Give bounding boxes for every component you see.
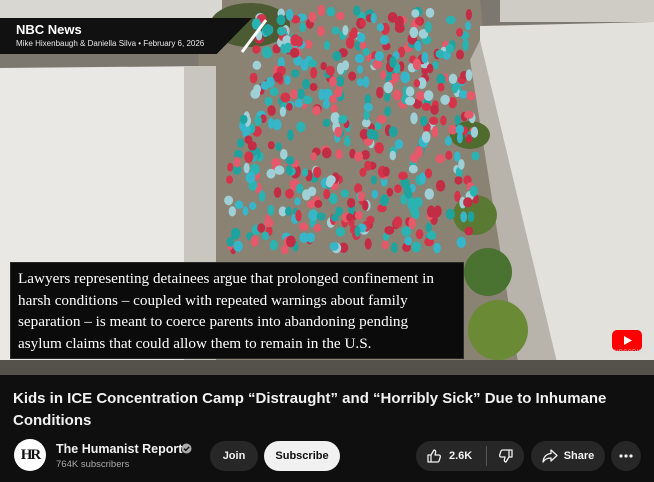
credit-title: NBC News — [16, 22, 82, 37]
caption-box: Lawyers representing detainees argue tha… — [10, 262, 464, 359]
subscriber-count: 764K subscribers — [56, 459, 130, 470]
channel-name[interactable]: The Humanist Report — [56, 442, 182, 456]
video-player[interactable]: NBC News Mike Hixenbaugh & Daniella Silv… — [0, 0, 654, 375]
more-dots-icon — [619, 454, 633, 458]
thumbs-up-icon — [427, 449, 442, 463]
more-actions-button[interactable] — [611, 441, 641, 471]
like-dislike-group: 2.6K — [416, 441, 524, 471]
share-label: Share — [563, 450, 595, 462]
share-button[interactable]: Share — [531, 441, 605, 471]
subscribe-button[interactable]: Subscribe — [264, 441, 340, 471]
youtube-logo-icon[interactable] — [612, 330, 642, 351]
watermark-subscribe-text: SUBSCRIBE — [610, 350, 648, 356]
video-title: Kids in ICE Concentration Camp “Distraug… — [13, 390, 607, 429]
credit-subtitle: Mike Hixenbaugh & Daniella Silva • Febru… — [16, 39, 205, 48]
like-count: 2.6K — [449, 450, 473, 462]
thumbs-down-icon — [498, 449, 513, 463]
dislike-button[interactable] — [487, 441, 524, 471]
share-arrow-icon — [542, 449, 558, 463]
slash-icon — [240, 19, 268, 53]
join-button[interactable]: Join — [210, 441, 258, 471]
verified-check-icon — [181, 443, 192, 454]
channel-avatar[interactable]: HR — [14, 439, 46, 471]
caption-text: Lawyers representing detainees argue tha… — [18, 270, 434, 352]
like-button[interactable]: 2.6K — [416, 441, 486, 471]
